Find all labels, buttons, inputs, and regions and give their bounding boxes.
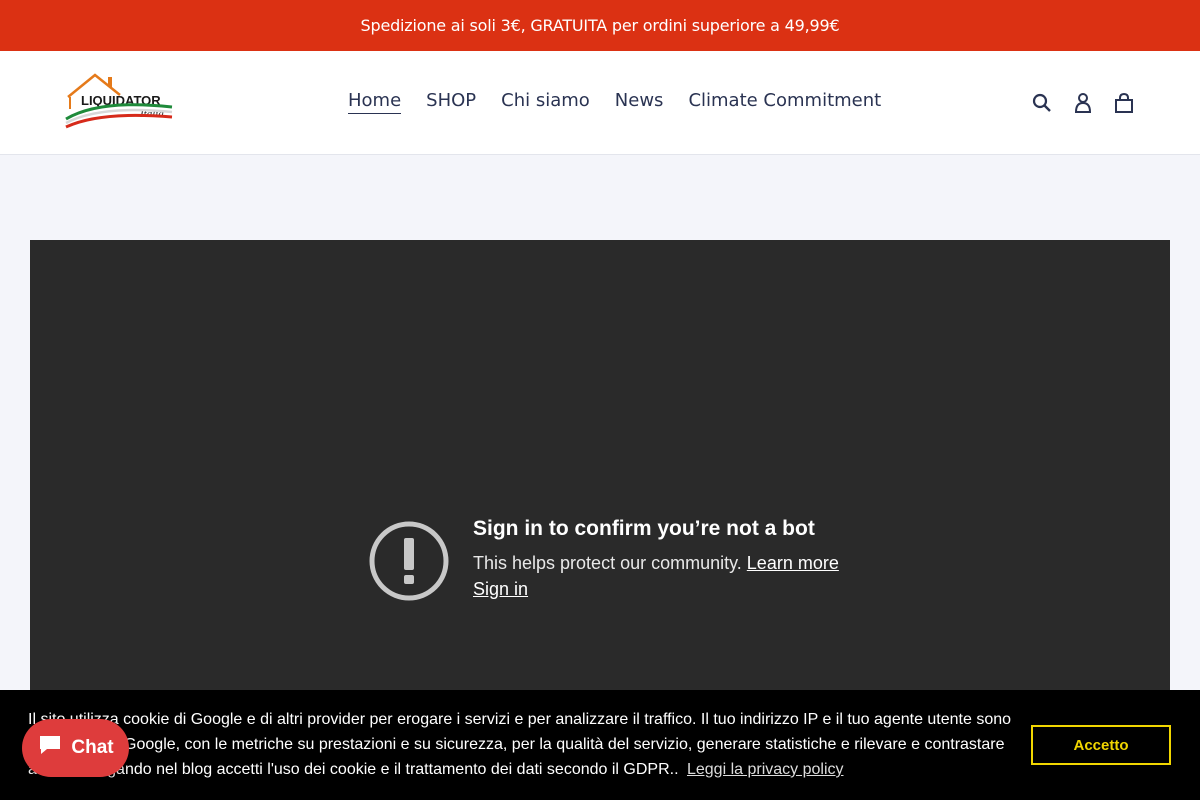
- sign-in-link[interactable]: Sign in: [473, 579, 528, 600]
- nav-chi-siamo[interactable]: Chi siamo: [501, 89, 590, 114]
- alert-icon: [368, 520, 450, 602]
- site-header: LIQUIDATOR Italia Home SHOP Chi siamo Ne…: [0, 51, 1200, 155]
- account-icon[interactable]: [1071, 91, 1095, 115]
- bot-check-text: This helps protect our community.: [473, 553, 742, 573]
- main-nav: Home SHOP Chi siamo News Climate Commitm…: [348, 89, 906, 114]
- bot-check-title: Sign in to confirm you’re not a bot: [473, 517, 815, 540]
- nav-news[interactable]: News: [615, 89, 664, 114]
- chat-icon: [37, 733, 63, 763]
- chat-button[interactable]: Chat: [22, 719, 129, 777]
- cookie-banner: Il sito utilizza cookie di Google e di a…: [0, 690, 1200, 800]
- header-icons: [1030, 91, 1153, 115]
- cookie-message: Il sito utilizza cookie di Google e di a…: [28, 707, 1018, 782]
- chat-label: Chat: [71, 737, 114, 758]
- learn-more-link[interactable]: Learn more: [747, 553, 839, 573]
- privacy-policy-link[interactable]: Leggi la privacy policy: [687, 761, 844, 778]
- nav-shop[interactable]: SHOP: [426, 89, 476, 114]
- announcement-text: Spedizione ai soli 3€, GRATUITA per ordi…: [360, 16, 840, 35]
- nav-home[interactable]: Home: [348, 89, 402, 114]
- cookie-text: Il sito utilizza cookie di Google e di a…: [28, 711, 1012, 778]
- bot-check-message: This helps protect our community. Learn …: [473, 553, 839, 574]
- announcement-bar: Spedizione ai soli 3€, GRATUITA per ordi…: [0, 0, 1200, 51]
- embedded-video[interactable]: Sign in to confirm you’re not a bot This…: [30, 240, 1170, 700]
- accept-cookies-button[interactable]: Accetto: [1031, 725, 1171, 765]
- nav-climate-commitment[interactable]: Climate Commitment: [688, 89, 881, 114]
- search-icon[interactable]: [1030, 91, 1054, 115]
- site-logo[interactable]: LIQUIDATOR Italia: [60, 69, 175, 131]
- cart-icon[interactable]: [1112, 91, 1136, 115]
